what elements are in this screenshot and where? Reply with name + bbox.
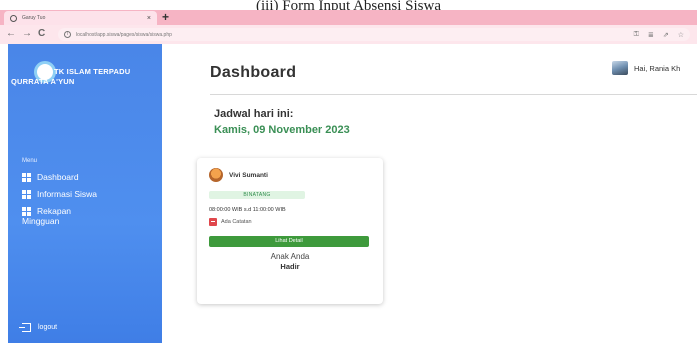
sidebar-item-label-line1: Rekapan	[37, 206, 72, 216]
time-range: 08:00:00 WIB s.d 11:00:00 WIB	[209, 207, 286, 213]
bookmark-icon[interactable]: ☆	[678, 31, 684, 39]
view-detail-button[interactable]: Lihat Detail	[209, 236, 369, 247]
share-icon[interactable]: ⇗	[663, 31, 669, 39]
status-badge: BINATANG	[209, 191, 305, 199]
schedule-label: Jadwal hari ini:	[214, 108, 294, 120]
avatar	[612, 61, 628, 75]
info-icon[interactable]: i	[64, 31, 71, 38]
tab-title: Garuy Tuo	[22, 15, 46, 21]
student-info: Vivi Sumanti	[209, 168, 268, 182]
main-content: Dashboard Hai, Rania Kh Jadwal hari ini:…	[162, 44, 697, 343]
url-text[interactable]: localhost/app.siswa/pages/siswa/siswa.ph…	[76, 32, 172, 38]
header-divider	[210, 94, 697, 95]
page-title: Dashboard	[210, 64, 297, 81]
note-icon	[209, 218, 217, 226]
back-icon[interactable]: ←	[6, 27, 16, 41]
user-menu[interactable]: Hai, Rania Kh	[612, 61, 680, 75]
student-name: Vivi Sumanti	[229, 171, 268, 179]
logout-icon	[19, 323, 31, 332]
sidebar-item-label-line2: Mingguan	[22, 216, 60, 226]
key-icon[interactable]: ⚿	[634, 31, 639, 39]
note-indicator: Ada Catatan	[209, 218, 252, 226]
translate-icon[interactable]: ≣	[648, 31, 654, 39]
menu-heading: Menu	[22, 158, 38, 164]
address-actions: ⚿ ≣ ⇗ ☆	[634, 28, 684, 41]
browser-tab[interactable]: Garuy Tuo ×	[4, 11, 157, 25]
sidebar-menu: Dashboard Informasi Siswa Rekapan Minggu…	[22, 172, 97, 233]
sidebar-item-informasi-siswa[interactable]: Informasi Siswa	[22, 189, 97, 199]
attendance-card: Vivi Sumanti BINATANG 08:00:00 WIB s.d 1…	[197, 158, 383, 304]
tab-bar: Garuy Tuo × +	[0, 10, 697, 25]
grid-icon	[22, 190, 31, 199]
user-greeting: Hai, Rania Kh	[634, 63, 681, 73]
schedule-date: Kamis, 09 November 2023	[214, 124, 350, 136]
reload-icon[interactable]: C	[38, 27, 45, 41]
child-status: Hadir	[280, 262, 300, 271]
close-tab-icon[interactable]: ×	[147, 15, 151, 22]
logout-button[interactable]: logout	[19, 323, 58, 332]
note-text: Ada Catatan	[221, 219, 252, 225]
globe-icon	[10, 14, 17, 22]
new-tab-button[interactable]: +	[162, 10, 169, 24]
student-avatar	[209, 168, 223, 182]
grid-icon	[22, 207, 31, 216]
brand-name-line2: QURRATA A'YUN	[11, 77, 75, 86]
child-label: Anak Anda	[270, 252, 310, 261]
sidebar: TK ISLAM TERPADU QURRATA A'YUN Menu Dash…	[8, 44, 162, 343]
forward-icon[interactable]: →	[22, 27, 32, 41]
sidebar-item-dashboard[interactable]: Dashboard	[22, 172, 97, 182]
address-bar: ← → C i localhost/app.siswa/pages/siswa/…	[0, 25, 697, 44]
sidebar-item-label: Informasi Siswa	[37, 189, 97, 199]
url-field[interactable]: i localhost/app.siswa/pages/siswa/siswa.…	[58, 28, 690, 41]
sidebar-item-rekapan-mingguan[interactable]: Rekapan Mingguan	[22, 206, 97, 226]
browser-window: Garuy Tuo × + ← → C i localhost/app.sisw…	[0, 10, 697, 343]
logout-label: logout	[38, 324, 58, 331]
grid-icon	[22, 173, 31, 182]
sidebar-item-label: Rekapan Mingguan	[22, 206, 72, 226]
sidebar-item-label: Dashboard	[37, 172, 79, 182]
brand-name-line1: TK ISLAM TERPADU	[54, 67, 131, 76]
